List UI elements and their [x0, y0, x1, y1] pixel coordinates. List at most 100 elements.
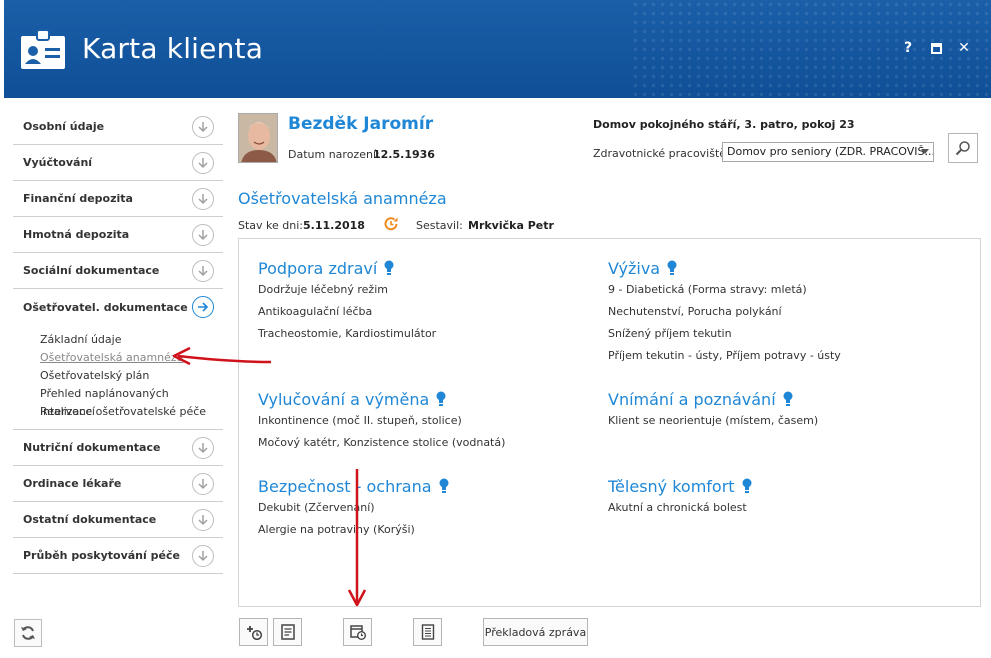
card-telesny-komfort: Tělesný komfort Akutní a chronická boles… — [608, 475, 752, 519]
state-date-value: 5.11.2018 — [303, 219, 365, 232]
sidebar-item-label: Průběh poskytování péče — [23, 549, 180, 562]
author-value: Mrkvička Petr — [468, 219, 554, 232]
chevron-down-circle-icon — [192, 259, 214, 282]
sidebar-item-financni-depozita[interactable]: Finanční depozita — [13, 181, 223, 217]
lightbulb-icon — [667, 260, 677, 275]
card-line: Antikoagulační léčba — [258, 305, 373, 318]
card-title[interactable]: Výživa — [608, 257, 841, 279]
help-icon[interactable]: ? — [901, 40, 915, 56]
sidebar-item-label: Nutriční dokumentace — [23, 441, 161, 454]
title-bar: Karta klienta ? ✕ — [4, 0, 991, 98]
state-date-label: Stav ke dni: — [238, 219, 304, 232]
refresh-icon — [21, 626, 35, 640]
sidebar-item-hmotna-depozita[interactable]: Hmotná depozita — [13, 217, 223, 253]
add-schedule-button[interactable] — [239, 618, 268, 646]
card-title[interactable]: Bezpečnost - ochrana — [258, 475, 449, 497]
card-line: 9 - Diabetická (Forma stravy: mletá) — [608, 283, 807, 296]
workplace-label: Zdravotnické pracoviště: — [593, 147, 730, 160]
sidebar-item-label: Ostatní dokumentace — [23, 513, 157, 526]
card-line: Akutní a chronická bolest — [608, 501, 747, 514]
sidebar-item-osetrovatel-dokumentace[interactable]: Ošetřovatel. dokumentace — [13, 289, 223, 325]
card-line: Inkontinence (moč II. stupeň, stolice) — [258, 414, 462, 427]
card-line: Tracheostomie, Kardiostimulátor — [258, 327, 437, 340]
sidebar-item-prubeh-pece[interactable]: Průběh poskytování péče — [13, 538, 223, 574]
sidebar-item-osobni-udaje[interactable]: Osobní údaje — [13, 109, 223, 145]
clock-icon[interactable] — [383, 216, 399, 232]
refresh-button[interactable] — [14, 619, 42, 647]
chevron-down-circle-icon — [192, 472, 214, 495]
card-line: Dodržuje léčebný režim — [258, 283, 388, 296]
card-bezpecnost: Bezpečnost - ochrana Dekubit (Zčervenání… — [258, 475, 449, 541]
subnav-item-realizace-pece[interactable]: Realizace ošetřovatelské péče — [40, 403, 223, 421]
notes-button[interactable] — [273, 618, 302, 646]
chevron-down-circle-icon — [192, 223, 214, 246]
card-title[interactable]: Podpora zdraví — [258, 257, 436, 279]
dob-label: Datum narození: — [288, 148, 380, 161]
dob-value: 12.5.1936 — [373, 148, 435, 161]
anamnesis-panel: Podpora zdraví Dodržuje léčebný režim An… — [238, 238, 981, 607]
sidebar-item-ordinace-lekare[interactable]: Ordinace lékaře — [13, 466, 223, 502]
section-title: Ošetřovatelská anamnéza — [238, 189, 447, 208]
chevron-down-circle-icon — [192, 115, 214, 138]
lightbulb-icon — [384, 260, 394, 275]
chevron-down-circle-icon — [192, 187, 214, 210]
sidebar-item-socialni-dokumentace[interactable]: Sociální dokumentace — [13, 253, 223, 289]
sidebar-subnav: Základní údaje Ošetřovatelská anamnéza O… — [13, 325, 223, 430]
chevron-down-circle-icon — [192, 436, 214, 459]
client-photo — [238, 113, 278, 163]
sidebar-item-label: Osobní údaje — [23, 120, 105, 133]
card-title[interactable]: Tělesný komfort — [608, 475, 752, 497]
lightbulb-icon — [783, 391, 793, 406]
sidebar-item-label: Ordinace lékaře — [23, 477, 122, 490]
client-name: Bezděk Jaromír — [288, 114, 434, 134]
sidebar-item-label: Ošetřovatel. dokumentace — [23, 300, 188, 314]
lightbulb-icon — [439, 478, 449, 493]
chevron-down-circle-icon — [192, 544, 214, 567]
card-line: Dekubit (Zčervenání) — [258, 501, 375, 514]
close-icon[interactable]: ✕ — [957, 40, 971, 56]
subnav-item-osetrovatelska-anamneza[interactable]: Ošetřovatelská anamnéza — [40, 349, 223, 367]
card-line: Alergie na potraviny (Korýši) — [258, 523, 415, 536]
transfer-report-button[interactable]: Překladová zpráva — [483, 618, 588, 646]
card-vylucovani: Vylučování a výměna Inkontinence (moč II… — [258, 388, 505, 454]
window-title: Karta klienta — [82, 32, 264, 65]
card-line: Nechutenství, Porucha polykání — [608, 305, 782, 318]
id-card-icon — [21, 29, 65, 69]
sidebar: Osobní údaje Vyúčtování Finanční depozit… — [13, 109, 223, 574]
card-line: Snížený příjem tekutin — [608, 327, 732, 340]
arrow-right-circle-icon — [192, 296, 214, 318]
subnav-item-zakladni-udaje[interactable]: Základní údaje — [40, 331, 223, 349]
facility-info: Domov pokojného stáří, 3. patro, pokoj 2… — [593, 118, 855, 131]
card-line: Příjem tekutin - ústy, Příjem potravy - … — [608, 349, 841, 362]
subnav-item-prehled-intervenci[interactable]: Přehled naplánovaných intervencí — [40, 385, 223, 418]
lightbulb-icon — [436, 391, 446, 406]
maximize-icon[interactable] — [929, 40, 943, 56]
workplace-selected-value: Domov pro seniory (ZDR. PRACOVIŠ... — [727, 145, 934, 158]
lightbulb-icon — [742, 478, 752, 493]
chevron-down-circle-icon — [192, 508, 214, 531]
sidebar-item-nutricni-dokumentace[interactable]: Nutriční dokumentace — [13, 430, 223, 466]
card-title[interactable]: Vylučování a výměna — [258, 388, 505, 410]
document-icon — [421, 624, 434, 640]
sidebar-item-vyuctovani[interactable]: Vyúčtování — [13, 145, 223, 181]
subnav-item-osetrovatelsky-plan[interactable]: Ošetřovatelský plán — [40, 367, 223, 385]
sidebar-item-ostatni-dokumentace[interactable]: Ostatní dokumentace — [13, 502, 223, 538]
add-schedule-icon — [246, 626, 262, 640]
transfer-report-label: Překladová zpráva — [484, 625, 587, 639]
card-title[interactable]: Vnímání a poznávání — [608, 388, 818, 410]
author-label: Sestavil: — [416, 219, 463, 232]
sidebar-item-label: Vyúčtování — [23, 156, 93, 169]
sidebar-item-label: Sociální dokumentace — [23, 264, 160, 277]
card-podpora-zdravi: Podpora zdraví Dodržuje léčebný režim An… — [258, 257, 436, 345]
document-button[interactable] — [413, 618, 442, 646]
calendar-clock-button[interactable] — [343, 618, 372, 646]
card-vyziva: Výživa 9 - Diabetická (Forma stravy: mle… — [608, 257, 841, 367]
workplace-select[interactable]: Domov pro seniory (ZDR. PRACOVIŠ... — [722, 142, 934, 162]
calendar-clock-icon — [349, 625, 366, 640]
card-line: Klient se neorientuje (místem, časem) — [608, 414, 819, 427]
card-line: Močový katétr, Konzistence stolice (vodn… — [258, 436, 506, 449]
search-icon — [955, 141, 970, 156]
notes-icon — [280, 624, 295, 640]
chevron-down-circle-icon — [192, 151, 214, 174]
search-button[interactable] — [948, 133, 978, 163]
